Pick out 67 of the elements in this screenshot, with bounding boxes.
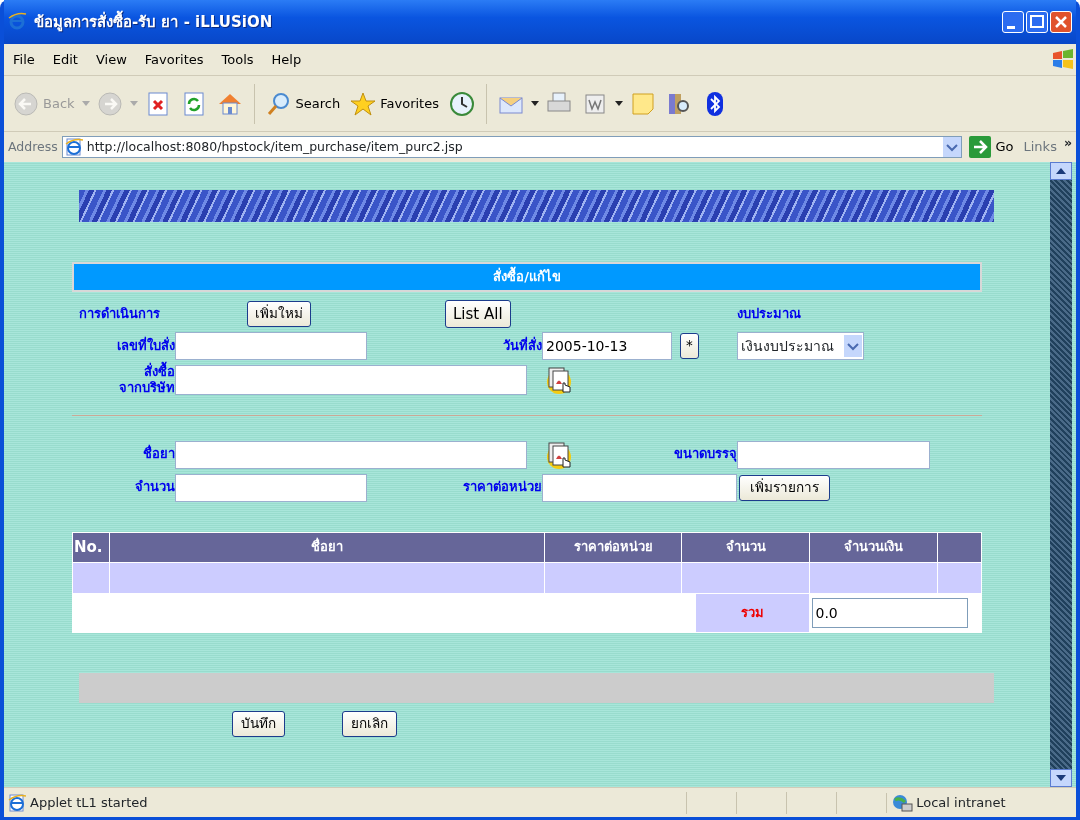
browser-icon <box>8 12 28 32</box>
new-button[interactable]: เพิ่มใหม่ <box>247 301 311 327</box>
close-button[interactable] <box>1050 11 1072 33</box>
field-label: วันที่สั่ง <box>503 337 542 355</box>
menu-item[interactable]: Edit <box>43 49 87 70</box>
menu-item[interactable]: Help <box>262 49 311 70</box>
cancel-button[interactable]: ยกเลิก <box>342 710 397 737</box>
date-field[interactable]: 2005-10-13 <box>542 332 672 360</box>
scroll-down-button[interactable] <box>1050 769 1072 787</box>
go-button[interactable]: Go <box>966 134 1017 160</box>
menu-item[interactable]: View <box>86 49 136 70</box>
field-label: เลขที่ใบสั่ง <box>117 337 175 355</box>
quantity-field[interactable] <box>175 473 367 502</box>
total-field[interactable]: 0.0 <box>811 597 968 628</box>
column-header: จำนวนเงิน <box>809 532 938 562</box>
minimize-icon <box>1007 25 1015 29</box>
down-arrow-icon <box>1056 775 1066 781</box>
column-header: No. <box>72 532 110 562</box>
field-label: จำนวน <box>135 479 175 496</box>
field-label: ชื่อยา <box>143 446 175 463</box>
add-item-button[interactable]: เพิ่มรายการ <box>739 474 830 501</box>
budget-select[interactable]: เงินงบประมาณ <box>737 332 864 360</box>
order-number-field[interactable] <box>175 332 367 360</box>
column-header: ราคาต่อหน่วย <box>544 532 682 562</box>
address-field[interactable]: http://localhost:8080/hpstock/item_purchase/item_purc2.jsp <box>61 136 963 158</box>
more-chevron[interactable]: » <box>1063 133 1072 153</box>
up-arrow-icon <box>1056 168 1066 174</box>
section-heading: สั่งซื้อ/แก้ไข <box>72 262 982 292</box>
save-button[interactable]: บันทึก <box>232 710 285 737</box>
page-icon <box>64 138 83 156</box>
star-icon <box>350 90 377 117</box>
document-picker-icon[interactable] <box>544 439 574 470</box>
drug-name-field[interactable] <box>175 440 527 469</box>
column-header: จำนวน <box>681 532 810 562</box>
menu-item[interactable]: File <box>4 49 44 70</box>
date-picker-button[interactable]: * <box>680 333 699 359</box>
field-label: ราคาต่อหน่วย <box>463 479 542 496</box>
pack-size-field[interactable] <box>737 440 930 469</box>
minimize-button[interactable] <box>1002 11 1024 33</box>
field-label: การดำเนินการ <box>78 305 160 323</box>
scroll-up-button[interactable] <box>1050 162 1072 180</box>
links-button[interactable]: Links <box>1020 135 1060 159</box>
globe-computer-icon <box>891 792 913 813</box>
supplier-field[interactable] <box>175 365 527 396</box>
column-header <box>937 532 982 562</box>
sticky-note-icon <box>629 90 656 117</box>
list-all-button[interactable]: List All <box>445 300 511 328</box>
document-picker-icon[interactable] <box>544 365 574 396</box>
window-title: ข้อมูลการสั่งซื้อ-รับ ยา - iLLUSiON <box>34 10 274 34</box>
field-label: ขนาดบรรจุ <box>674 446 737 463</box>
maximize-button[interactable] <box>1026 11 1048 33</box>
page-icon <box>8 793 26 812</box>
search-icon <box>265 90 292 117</box>
clock-icon <box>448 90 475 117</box>
menu-item[interactable]: Favorites <box>135 49 213 70</box>
zone-text: Local intranet <box>916 793 1006 812</box>
unit-price-field[interactable] <box>542 473 737 502</box>
favorites-button[interactable]: Favorites <box>347 88 442 119</box>
search-button[interactable]: Search <box>262 88 344 119</box>
field-label: งบประมาณ <box>737 305 801 323</box>
menu-item[interactable]: Tools <box>212 49 263 70</box>
column-header: ชื่อยา <box>109 532 545 562</box>
address-label: Address <box>8 137 58 156</box>
dropdown-caret-icon[interactable] <box>614 100 623 107</box>
scrollbar-track[interactable] <box>1050 162 1072 787</box>
dropdown-caret-icon[interactable] <box>530 100 539 107</box>
status-text: Applet tL1 started <box>30 793 149 812</box>
